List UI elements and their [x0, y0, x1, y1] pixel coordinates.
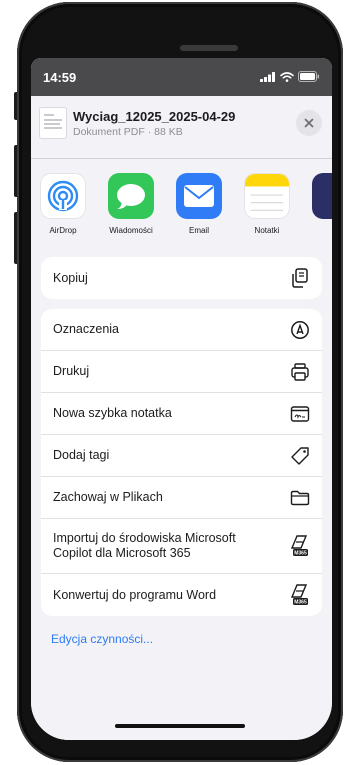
close-button[interactable]	[296, 110, 322, 136]
app-icon	[312, 173, 332, 219]
svg-text:M365: M365	[294, 551, 307, 557]
bottom-bar	[31, 706, 332, 740]
status-bar: 14:59	[31, 58, 332, 96]
primary-actions: Kopiuj	[41, 257, 322, 299]
microsoft-365-icon: M365	[288, 583, 310, 607]
battery-icon	[298, 70, 320, 85]
action-label: Oznaczenia	[53, 322, 120, 336]
app-messages[interactable]: Wiadomości	[101, 173, 161, 235]
app-label: Wiadomości	[109, 226, 153, 235]
folder-icon	[290, 488, 310, 508]
document-info: Wyciag_12025_2025-04-29 Dokument PDF · 8…	[73, 109, 235, 138]
action-quick-note[interactable]: Nowa szybka notatka	[41, 393, 322, 435]
tag-icon	[290, 446, 310, 466]
app-label: Email	[188, 226, 209, 235]
markup-icon	[290, 320, 310, 340]
microsoft-365-icon: M365	[288, 534, 310, 558]
action-convert-word[interactable]: Konwertuj do programu Word M365	[41, 574, 322, 616]
notes-icon	[244, 173, 290, 219]
cellular-signal-icon	[260, 70, 276, 85]
home-indicator[interactable]	[115, 724, 245, 728]
action-label: Drukuj	[53, 364, 90, 378]
app-notes[interactable]: Notatki	[237, 173, 297, 235]
document-title: Wyciag_12025_2025-04-29	[73, 108, 236, 124]
copy-icon	[290, 268, 310, 288]
app-label: AirDrop	[49, 226, 77, 235]
action-copy[interactable]: Kopiuj	[41, 257, 322, 299]
app-airdrop[interactable]: AirDrop	[33, 173, 93, 235]
app-email[interactable]: Email	[169, 173, 229, 235]
screen: 14:59 Wyciag_12025_2025-04-29 Dokument P…	[31, 58, 332, 740]
action-import-copilot[interactable]: Importuj do środowiska Microsoft Copilot…	[41, 519, 322, 574]
close-icon	[304, 118, 314, 128]
print-icon	[290, 362, 310, 382]
action-label: Dodaj tagi	[53, 448, 110, 462]
app-label: Notatki	[254, 226, 280, 235]
action-print[interactable]: Drukuj	[41, 351, 322, 393]
action-label: Nowa szybka notatka	[53, 406, 172, 420]
app-label: D	[305, 226, 332, 235]
mail-icon	[176, 173, 222, 219]
action-label: Zachowaj w Plikach	[53, 490, 163, 504]
status-icons	[260, 70, 320, 85]
action-label: Konwertuj do programu Word	[53, 587, 217, 602]
action-label: Kopiuj	[53, 270, 88, 285]
svg-text:M365: M365	[294, 600, 307, 606]
messages-icon	[108, 173, 154, 219]
quick-note-icon	[290, 404, 310, 424]
share-sheet-screenshot: 14:59 Wyciag_12025_2025-04-29 Dokument P…	[0, 0, 344, 765]
edit-actions-link[interactable]: Edycja czynności...	[51, 632, 332, 646]
share-sheet: Wyciag_12025_2025-04-29 Dokument PDF · 8…	[31, 96, 332, 740]
earpiece-speaker	[180, 45, 238, 51]
airdrop-icon	[40, 173, 86, 219]
action-add-tags[interactable]: Dodaj tagi	[41, 435, 322, 477]
wifi-icon	[280, 70, 294, 85]
secondary-actions: Oznaczenia Drukuj Nowa szybka notatka Do…	[41, 309, 322, 616]
app-share-row: AirDrop Wiadomości Email Notatki	[31, 159, 332, 247]
app-partial[interactable]: D	[305, 173, 332, 235]
document-header: Wyciag_12025_2025-04-29 Dokument PDF · 8…	[31, 96, 332, 150]
action-label: Importuj do środowiska Microsoft Copilot…	[53, 531, 236, 560]
status-time: 14:59	[43, 69, 77, 85]
document-thumbnail	[39, 107, 67, 139]
document-subtitle: Dokument PDF · 88 KB	[73, 125, 183, 138]
action-save-to-files[interactable]: Zachowaj w Plikach	[41, 477, 322, 519]
action-markup[interactable]: Oznaczenia	[41, 309, 322, 351]
